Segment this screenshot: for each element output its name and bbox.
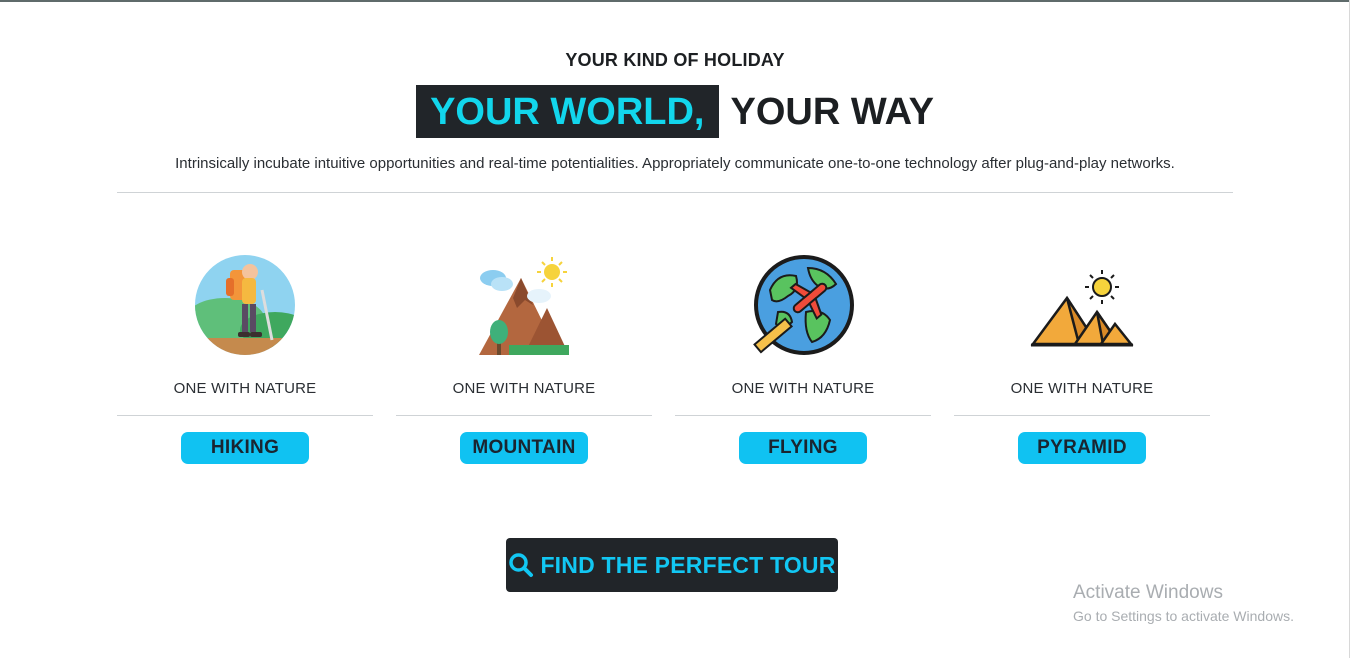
- tag-flying-button[interactable]: FLYING: [739, 432, 867, 464]
- headline-highlight: YOUR WORLD,: [416, 85, 719, 138]
- tag-pyramid-button[interactable]: PYRAMID: [1018, 432, 1146, 464]
- card-divider: [396, 415, 652, 416]
- watermark-subtitle: Go to Settings to activate Windows.: [1073, 608, 1294, 624]
- card-caption: ONE WITH NATURE: [173, 380, 317, 397]
- section-kicker: YOUR KIND OF HOLIDAY: [565, 50, 785, 70]
- category-card-pyramid: ONE WITH NATURE PYRAMID: [954, 250, 1210, 464]
- category-card-flying: ONE WITH NATURE FLYING: [675, 250, 931, 464]
- find-tour-button[interactable]: FIND THE PERFECT TOUR: [506, 538, 838, 592]
- windows-activation-watermark: Activate Windows Go to Settings to activ…: [1073, 582, 1294, 624]
- category-card-hiking: ONE WITH NATURE HIKING: [117, 250, 373, 464]
- card-caption: ONE WITH NATURE: [452, 380, 596, 397]
- section-headline: YOUR WORLD, YOUR WAY: [0, 85, 1350, 140]
- mountain-icon: [479, 257, 569, 355]
- top-border: [0, 0, 1350, 2]
- card-divider: [954, 415, 1210, 416]
- category-card-mountain: ONE WITH NATURE MOUNTAIN: [396, 250, 652, 464]
- hiker-icon: [195, 255, 295, 355]
- watermark-title: Activate Windows: [1073, 582, 1223, 603]
- card-caption: ONE WITH NATURE: [731, 380, 875, 397]
- search-icon: [509, 553, 534, 577]
- card-divider: [675, 415, 931, 416]
- divider: [117, 192, 1233, 193]
- globe-plane-icon: [753, 255, 854, 355]
- tag-mountain-button[interactable]: MOUNTAIN: [460, 432, 588, 464]
- find-tour-label: FIND THE PERFECT TOUR: [540, 551, 836, 578]
- headline-rest: YOUR WAY: [730, 91, 934, 133]
- card-divider: [117, 415, 373, 416]
- pyramid-icon: [1030, 270, 1134, 347]
- tag-hiking-button[interactable]: HIKING: [181, 432, 309, 464]
- card-caption: ONE WITH NATURE: [1010, 380, 1154, 397]
- intro-text: Intrinsically incubate intuitive opportu…: [175, 155, 1175, 172]
